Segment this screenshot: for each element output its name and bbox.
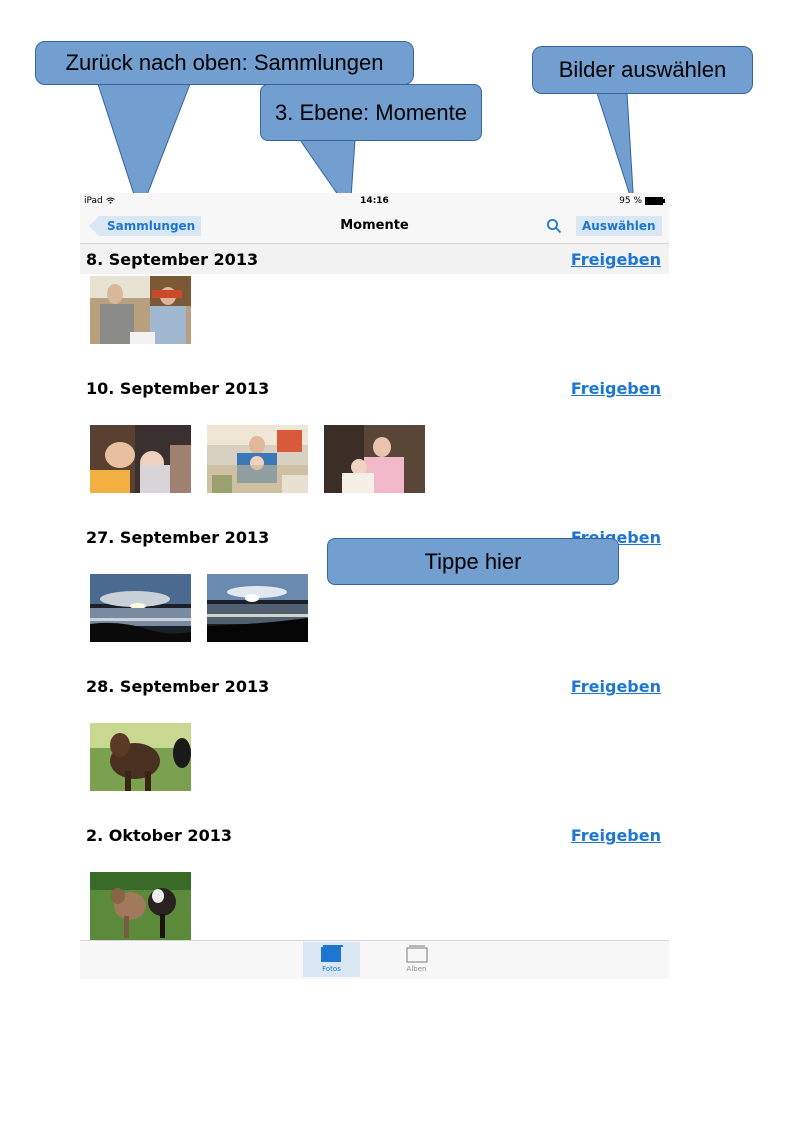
wifi-icon (105, 197, 115, 204)
photos-icon (320, 945, 343, 962)
carrier-label: iPad (84, 196, 115, 206)
moment-header: 8. September 2013 Freigeben (80, 244, 669, 274)
moment-date: 8. September 2013 (86, 250, 259, 269)
callout-back: Zurück nach oben: Sammlungen (35, 41, 414, 85)
tab-label: Alben (406, 965, 427, 973)
moment-date: 27. September 2013 (86, 528, 270, 547)
status-time: 14:16 (360, 196, 389, 206)
battery-indicator: 95 % (619, 196, 665, 206)
moment-date: 10. September 2013 (86, 379, 270, 398)
battery-percent: 95 % (619, 196, 642, 206)
photo-thumbnail[interactable] (324, 425, 425, 493)
share-button[interactable]: Freigeben (571, 250, 661, 269)
photo-thumbnail[interactable] (90, 276, 191, 344)
battery-icon (645, 197, 665, 205)
search-icon[interactable] (546, 218, 562, 234)
tab-alben[interactable]: Alben (388, 942, 445, 977)
page-title: Momente (340, 218, 409, 233)
back-button-sammlungen[interactable]: Sammlungen (89, 216, 202, 236)
share-button[interactable]: Freigeben (571, 826, 661, 845)
share-button[interactable]: Freigeben (571, 677, 661, 696)
callout-select: Bilder auswählen (532, 46, 753, 94)
moment-header: 10. September 2013 Freigeben (80, 373, 669, 403)
select-button[interactable]: Auswählen (576, 216, 662, 236)
photo-thumbnail[interactable] (90, 425, 191, 493)
tab-bar: Fotos Alben (80, 940, 669, 979)
callout-level: 3. Ebene: Momente (260, 84, 482, 141)
photo-thumbnail[interactable] (90, 723, 191, 791)
photo-thumbnail[interactable] (207, 574, 308, 642)
status-bar: iPad 14:16 95 % (80, 193, 669, 209)
share-button[interactable]: Freigeben (571, 379, 661, 398)
ipad-screen: iPad 14:16 95 % Sammlungen Momente Auswä… (80, 193, 669, 979)
moment-header: 2. Oktober 2013 Freigeben (80, 820, 669, 850)
moment-date: 2. Oktober 2013 (86, 826, 232, 845)
photo-thumbnail[interactable] (90, 574, 191, 642)
moment-header: 28. September 2013 Freigeben (80, 671, 669, 701)
photo-thumbnail[interactable] (90, 872, 191, 940)
callout-tap: Tippe hier (327, 538, 619, 585)
navigation-bar: Sammlungen Momente Auswählen (80, 209, 669, 244)
tab-label: Fotos (322, 965, 341, 973)
photo-thumbnail[interactable] (207, 425, 308, 493)
tab-fotos[interactable]: Fotos (303, 942, 360, 977)
albums-icon (405, 945, 428, 963)
moment-date: 28. September 2013 (86, 677, 270, 696)
